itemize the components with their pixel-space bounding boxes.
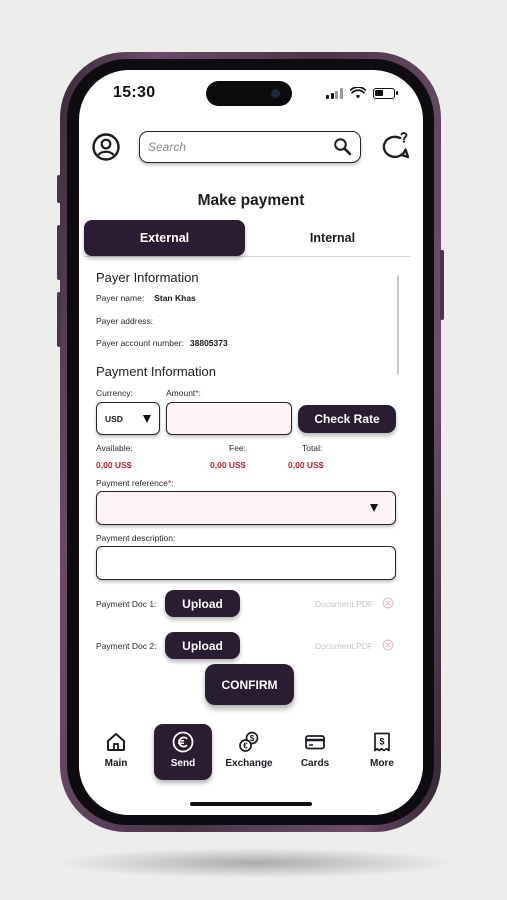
- home-indicator[interactable]: [190, 802, 312, 806]
- dropdown-arrow-icon: [143, 415, 151, 423]
- nav-exchange-label: Exchange: [225, 758, 273, 769]
- remove-file-icon[interactable]: [382, 597, 394, 609]
- nav-exchange[interactable]: $ € Exchange: [220, 724, 278, 780]
- doc1-upload-button[interactable]: Upload: [165, 590, 240, 617]
- total-value: 0,00 US$: [288, 460, 324, 470]
- svg-text:€: €: [243, 742, 248, 751]
- nav-more[interactable]: $ More: [353, 724, 411, 780]
- nav-send-label: Send: [170, 758, 196, 769]
- volume-down-button: [57, 292, 61, 347]
- user-circle-icon[interactable]: [91, 132, 121, 162]
- status-icons: [326, 86, 398, 100]
- phone-screen: 15:30 Make payment External Internal: [79, 70, 423, 815]
- status-time: 15:30: [113, 84, 156, 101]
- nav-cards-label: Cards: [300, 758, 330, 769]
- payer-name-row: Payer name: Stan Khas: [96, 293, 196, 303]
- battery-icon: [372, 87, 398, 99]
- total-label: Total:: [302, 443, 323, 453]
- page-title: Make payment: [197, 192, 305, 209]
- home-icon: [107, 733, 125, 751]
- nav-main[interactable]: Main: [87, 724, 145, 780]
- nav-main-label: Main: [104, 758, 128, 769]
- doc1-file-name: Document.PDF: [315, 599, 374, 609]
- euro-coin-icon: [172, 731, 194, 753]
- payer-account-label: Payer account number:: [96, 338, 184, 348]
- remove-file-icon[interactable]: [382, 639, 394, 651]
- payer-name-value: Stan Khas: [154, 293, 196, 303]
- doc2-label: Payment Doc 2:: [96, 641, 157, 651]
- volume-up-button: [57, 225, 61, 280]
- doc1-label: Payment Doc 1:: [96, 599, 157, 609]
- signal-icon: [326, 87, 343, 99]
- receipt-icon: $: [374, 732, 390, 752]
- camera-lens: [271, 89, 280, 98]
- reference-select[interactable]: [96, 491, 396, 525]
- payer-section-title: Payer Information: [96, 270, 199, 285]
- payer-name-label: Payer name:: [96, 293, 145, 303]
- payer-account-row: Payer account number: 38805373: [96, 338, 228, 348]
- payer-address-label: Payer address:: [96, 316, 154, 326]
- currency-label: Currency:: [96, 388, 133, 398]
- available-label: Available:: [96, 443, 133, 453]
- nav-cards[interactable]: Cards: [286, 724, 344, 780]
- description-label: Payment description:: [96, 533, 176, 543]
- payment-section-title: Payment Information: [96, 364, 216, 379]
- dropdown-arrow-icon: [370, 504, 378, 512]
- dynamic-island: [206, 81, 292, 106]
- payer-address-row: Payer address:: [96, 316, 163, 326]
- payer-account-value: 38805373: [189, 338, 228, 348]
- wifi-icon: [349, 87, 366, 99]
- scrollbar[interactable]: [397, 275, 399, 375]
- power-button: [440, 250, 444, 320]
- svg-text:$: $: [379, 737, 384, 747]
- check-rate-button[interactable]: Check Rate: [298, 405, 396, 433]
- magnifier-icon[interactable]: [333, 137, 353, 157]
- doc2-upload-button[interactable]: Upload: [165, 632, 240, 659]
- available-value: 0,00 US$: [96, 460, 132, 470]
- fee-label: Fee:: [229, 443, 247, 453]
- device-shadow: [60, 848, 450, 878]
- confirm-button[interactable]: CONFIRM: [205, 664, 294, 705]
- description-input[interactable]: [96, 546, 396, 580]
- tab-internal[interactable]: Internal: [254, 220, 411, 256]
- search-input[interactable]: [148, 136, 323, 158]
- tab-external[interactable]: External: [84, 220, 245, 256]
- amount-label: Amount*:: [166, 388, 201, 398]
- chat-bubble-question-icon[interactable]: [381, 132, 411, 162]
- card-icon: [305, 735, 325, 750]
- payment-type-tabs: External Internal: [84, 220, 411, 257]
- nav-more-label: More: [370, 758, 394, 769]
- bottom-nav: Main Send $ € Exchange Cards $ More: [79, 718, 423, 815]
- action-button: [57, 175, 61, 203]
- search-bar[interactable]: [139, 131, 361, 163]
- currency-value: USD: [105, 414, 123, 424]
- nav-send[interactable]: Send: [154, 724, 212, 780]
- amount-input[interactable]: [166, 402, 292, 435]
- currency-select[interactable]: USD: [96, 402, 160, 435]
- fee-value: 0,00 US$: [210, 460, 246, 470]
- reference-label: Payment reference*:: [96, 478, 174, 488]
- doc2-file-name: Document.PDF: [315, 641, 374, 651]
- currency-exchange-icon: $ €: [239, 731, 259, 752]
